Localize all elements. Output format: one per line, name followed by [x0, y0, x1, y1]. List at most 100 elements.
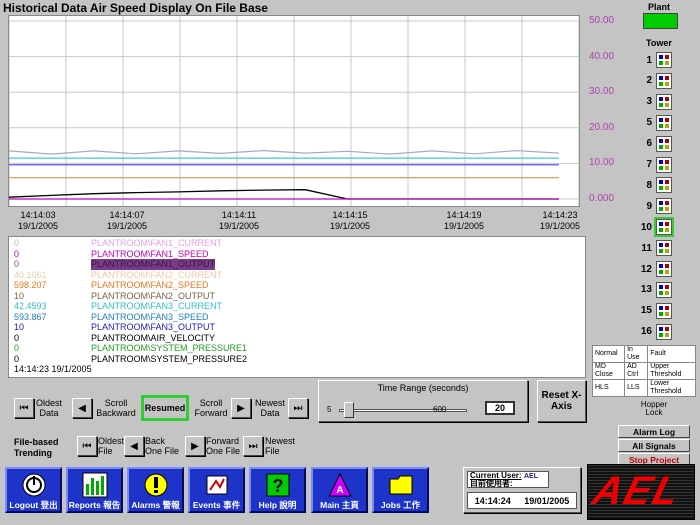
legend-value: 593.867 [14, 311, 47, 322]
tower-grid-icon[interactable] [656, 240, 672, 257]
legend-row[interactable]: 40.1061 PLANTROOM\FAN2_CURRENT [9, 270, 585, 281]
bottom-button-label: Events 事件 [192, 500, 241, 510]
legend-signal-name: PLANTROOM\FAN3_SPEED [91, 311, 209, 322]
tower-grid-icon[interactable] [656, 156, 672, 173]
help-button[interactable]: ? Help 說明 [249, 467, 306, 513]
newest-file-button[interactable]: ⏭ [243, 436, 263, 456]
tower-grid-icon[interactable] [656, 114, 672, 131]
legend-row[interactable]: 593.867 PLANTROOM\FAN3_SPEED [9, 312, 585, 323]
ael-logo: AEL [587, 464, 695, 520]
events-button[interactable]: Events 事件 [188, 467, 245, 513]
svg-text:?: ? [272, 476, 283, 496]
series-line-5 [8, 189, 559, 200]
legend-signal-name: PLANTROOM\FAN3_OUTPUT [91, 322, 216, 332]
x-tick-label: 14:14:07 19/1/2005 [106, 210, 148, 231]
back-one-file-button[interactable]: ◀ [124, 436, 144, 456]
tower-item-1[interactable]: 1 [634, 52, 690, 68]
legend-row[interactable]: 10 PLANTROOM\FAN2_OUTPUT [9, 291, 585, 302]
scroll-backward-button[interactable]: ◀ [72, 398, 92, 418]
tower-grid-icon[interactable] [656, 177, 672, 194]
legend-row[interactable]: 10 PLANTROOM\FAN3_OUTPUT [9, 322, 585, 333]
folder-icon [388, 472, 414, 498]
oldest-data-button[interactable]: ⏮ [14, 398, 34, 418]
bottom-button-label: Alarms 警報 [131, 500, 180, 510]
alarm-icon [143, 472, 169, 498]
tower-grid-icon[interactable] [656, 135, 672, 152]
main-button[interactable]: A Main 主頁 [311, 467, 368, 513]
tower-item-16[interactable]: 16 [634, 323, 690, 340]
tower-number: 3 [646, 96, 652, 108]
alarms-button[interactable]: Alarms 警報 [127, 467, 184, 513]
legend-row[interactable]: 0 PLANTROOM\FAN1_SPEED [9, 249, 585, 260]
legend-value: 0 [14, 343, 20, 353]
tower-grid-icon[interactable] [656, 261, 672, 277]
main-icon: A [327, 472, 353, 498]
legend-row[interactable]: 42.4593 PLANTROOM\FAN3_CURRENT [9, 301, 585, 312]
y-tick-label: 50.00 [589, 15, 615, 26]
tower-grid-icon[interactable] [656, 323, 672, 340]
legend-row[interactable]: 0 PLANTROOM\AIR_VELOCITY [9, 333, 585, 344]
newest-data-button[interactable]: ⏭ [288, 398, 308, 418]
logout-button[interactable]: Logout 登出 [5, 467, 62, 513]
resumed-button[interactable]: Resumed [141, 395, 189, 421]
tower-item-6[interactable]: 6 [634, 135, 690, 152]
tower-grid-icon[interactable] [656, 72, 672, 89]
skip-forward-icon: ⏭ [293, 402, 303, 414]
tower-grid-icon[interactable] [656, 198, 672, 215]
scroll-forward-button[interactable]: ▶ [231, 398, 251, 418]
x-tick-label: 14:14:19 19/1/2005 [443, 210, 485, 231]
tower-grid-icon[interactable] [656, 302, 672, 319]
tower-item-12[interactable]: 12 [634, 261, 690, 277]
tower-item-9[interactable]: 9 [634, 198, 690, 215]
tower-item-11[interactable]: 11 [634, 240, 690, 257]
legend-value: 0 [14, 353, 20, 364]
time-range-slider-track[interactable] [339, 409, 467, 412]
x-tick-label: 14:14:03 19/1/2005 [17, 210, 59, 231]
legend-signal-name: PLANTROOM\FAN2_OUTPUT [91, 290, 216, 301]
range-max: 600 [433, 405, 447, 414]
current-user-name: AEL [524, 473, 538, 480]
tower-grid-icon[interactable] [656, 52, 672, 68]
legend-signal-name: PLANTROOM\FAN2_CURRENT [91, 269, 223, 280]
legend-row[interactable]: 0 PLANTROOM\SYSTEM_PRESSURE1 [9, 343, 585, 354]
tower-number: 5 [646, 117, 652, 129]
legend-value: 0 [14, 238, 20, 248]
tower-item-10[interactable]: 10 [634, 217, 690, 238]
time-range-value[interactable]: 20 [485, 401, 515, 415]
reset-x-axis-button[interactable]: Reset X-Axis [537, 380, 586, 422]
status-cell: AD Ctrl [624, 362, 649, 380]
tower-number: 15 [640, 305, 652, 317]
plant-status-indicator[interactable] [643, 13, 678, 29]
tower-item-3[interactable]: 3 [634, 93, 690, 110]
triangle-right-icon: ▶ [237, 402, 245, 414]
legend-row[interactable]: 598.207 PLANTROOM\FAN2_SPEED [9, 280, 585, 291]
tower-item-2[interactable]: 2 [634, 72, 690, 89]
tower-item-13[interactable]: 13 [634, 281, 690, 298]
current-time: 14:14:24 [474, 495, 511, 506]
reports-button[interactable]: Reports 報告 [66, 467, 123, 513]
tower-grid-icon[interactable] [656, 93, 672, 110]
bottom-button-label: Main 主頁 [320, 500, 359, 510]
tower-grid-icon[interactable] [656, 281, 672, 298]
plant-label: Plant [648, 2, 671, 12]
legend-row[interactable]: 0 PLANTROOM\FAN1_CURRENT [9, 238, 585, 249]
forward-one-file-button[interactable]: ▶ [185, 436, 205, 456]
legend-value: 10 [14, 322, 25, 332]
jobs-button[interactable]: Jobs 工作 [372, 467, 429, 513]
help-icon: ? [265, 472, 291, 498]
legend-row[interactable]: 0 PLANTROOM\FAN1_OUTPUT [9, 259, 585, 270]
time-range-panel: Time Range (seconds) 5 600 20 [318, 380, 528, 422]
tower-item-8[interactable]: 8 [634, 177, 690, 194]
tower-item-5[interactable]: 5 [634, 114, 690, 131]
skip-back-icon: ⏮ [19, 402, 29, 414]
oldest-file-button[interactable]: ⏮ [77, 436, 97, 456]
back-one-file-label: Back One File [145, 436, 180, 456]
legend-row[interactable]: 0 PLANTROOM\SYSTEM_PRESSURE2 [9, 354, 585, 365]
tower-grid-icon[interactable] [654, 217, 674, 238]
all-signals-button[interactable]: All Signals [618, 439, 690, 452]
bar-chart-icon [82, 472, 108, 498]
time-range-slider-thumb[interactable] [344, 402, 355, 418]
tower-item-15[interactable]: 15 [634, 302, 690, 319]
tower-item-7[interactable]: 7 [634, 156, 690, 173]
alarm-log-button[interactable]: Alarm Log [618, 425, 690, 438]
